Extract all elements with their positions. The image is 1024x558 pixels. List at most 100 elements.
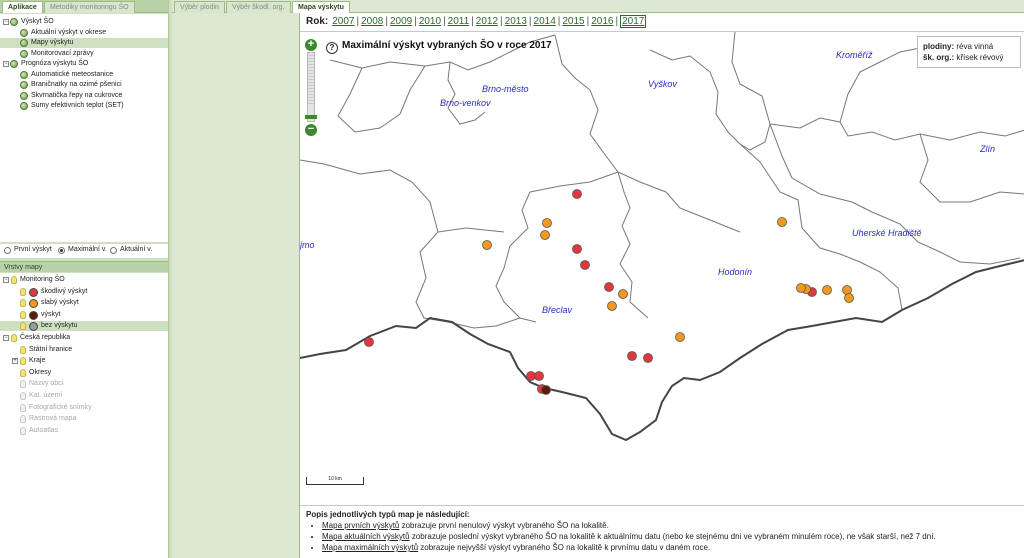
layer-item[interactable]: − Česká republika: [0, 333, 168, 343]
observation-point[interactable]: [572, 189, 582, 199]
tree-item[interactable]: Sumy efektivních teplot (SET): [0, 101, 168, 111]
visibility-bulb-icon[interactable]: [20, 310, 26, 319]
layer-item[interactable]: − Monitoring ŠO: [0, 275, 168, 285]
map-content: Rok: 2007 | 2008 | 2009 | 2010 | 2011 | 2012 | 2013 | 2…: [299, 13, 1024, 558]
visibility-bulb-icon[interactable]: [20, 357, 26, 366]
description-link[interactable]: Mapa maximálních výskytů: [322, 543, 418, 552]
zoom-handle[interactable]: [305, 115, 317, 119]
visibility-bulb-icon[interactable]: [20, 415, 26, 424]
visibility-bulb-icon[interactable]: [20, 380, 26, 389]
visibility-bulb-icon[interactable]: [20, 345, 26, 354]
tree-item[interactable]: Automatické meteostanice: [0, 70, 168, 80]
map-title: ? Maximální výskyt vybraných ŠO v roce 20…: [326, 40, 552, 54]
observation-point[interactable]: [844, 293, 854, 303]
tree-item[interactable]: − Výskyt ŠO: [0, 17, 168, 27]
year-separator: |: [557, 16, 561, 27]
year-link[interactable]: 2012: [476, 16, 498, 27]
layer-item-label: Státní hranice: [29, 345, 73, 353]
node-icon: [20, 102, 28, 110]
observation-point[interactable]: [541, 385, 551, 395]
year-link[interactable]: 2016: [591, 16, 613, 27]
layer-item[interactable]: Autoatlas: [0, 426, 168, 436]
visibility-bulb-icon[interactable]: [20, 368, 26, 377]
tree-expander-icon[interactable]: −: [3, 19, 9, 25]
question-icon[interactable]: ?: [326, 42, 338, 54]
observation-point[interactable]: [675, 332, 685, 342]
year-separator: |: [615, 16, 619, 27]
layer-item[interactable]: Fotografické snímky: [0, 403, 168, 413]
year-link[interactable]: 2008: [361, 16, 383, 27]
observation-point[interactable]: [822, 285, 832, 295]
visibility-bulb-icon[interactable]: [20, 322, 26, 331]
observation-point[interactable]: [542, 218, 552, 228]
layer-item[interactable]: Rastrová mapa: [0, 414, 168, 424]
observation-point[interactable]: [777, 217, 787, 227]
radio-current-occurrence[interactable]: [110, 247, 117, 254]
tree-item[interactable]: Braničnatky na ozimé pšenici: [0, 80, 168, 90]
zoom-in-button[interactable]: +: [305, 39, 317, 51]
observation-point[interactable]: [572, 244, 582, 254]
tree-expander-icon[interactable]: +: [12, 358, 18, 365]
tree-item[interactable]: Skvrnatička řepy na cukrovce: [0, 91, 168, 101]
observation-point[interactable]: [364, 337, 374, 347]
observation-point[interactable]: [627, 351, 637, 361]
map-view[interactable]: Brno-město Brno-venkov Vyškov Kroměříž Z…: [300, 31, 1024, 505]
year-link[interactable]: 2007: [332, 16, 354, 27]
tab-metodiky[interactable]: Metodiky monitoringu ŠO: [44, 1, 135, 13]
layer-item[interactable]: výskyt: [0, 310, 168, 320]
tab-mapa-vyskytu[interactable]: Mapa výskytu: [292, 1, 350, 13]
description-link[interactable]: Mapa aktuálních výskytů: [322, 532, 410, 541]
visibility-bulb-icon[interactable]: [11, 334, 17, 342]
layer-item[interactable]: Názvy obcí: [0, 379, 168, 389]
year-link[interactable]: 2017: [620, 15, 647, 28]
right-panel: Výběr plodin Výběr škodl. org. Mapa výsk…: [172, 0, 1024, 558]
visibility-bulb-icon[interactable]: [20, 426, 26, 435]
visibility-bulb-icon[interactable]: [20, 392, 26, 400]
layer-item[interactable]: Okresy: [0, 368, 168, 378]
observation-point[interactable]: [540, 230, 550, 240]
observation-point[interactable]: [796, 283, 806, 293]
year-link[interactable]: 2009: [390, 16, 412, 27]
tab-vyber-plodin[interactable]: Výběr plodin: [174, 1, 225, 13]
observation-point[interactable]: [580, 260, 590, 270]
observation-point[interactable]: [607, 301, 617, 311]
map-canvas[interactable]: Brno-město Brno-venkov Vyškov Kroměříž Z…: [300, 32, 1024, 505]
description-link[interactable]: Mapa prvních výskytů: [322, 521, 399, 530]
observation-point[interactable]: [604, 282, 614, 292]
zoom-out-button[interactable]: −: [305, 124, 317, 136]
visibility-bulb-icon[interactable]: [11, 276, 17, 284]
tree-item[interactable]: Aktuální výskyt v okrese: [0, 28, 168, 38]
tree-expander-icon[interactable]: −: [3, 335, 9, 341]
radio-first-occurrence[interactable]: [4, 247, 11, 254]
visibility-bulb-icon[interactable]: [20, 287, 26, 296]
layer-item[interactable]: Státní hranice: [0, 345, 168, 355]
layer-item[interactable]: škodlivý výskyt: [0, 287, 168, 297]
layer-item[interactable]: + Kraje: [0, 356, 168, 366]
observation-point[interactable]: [534, 371, 544, 381]
layer-item[interactable]: Kat. území: [0, 391, 168, 401]
year-link[interactable]: 2013: [505, 16, 527, 27]
tree-expander-icon[interactable]: −: [3, 277, 9, 283]
radio-maximum-occurrence[interactable]: [58, 247, 65, 254]
empty-column: [172, 14, 300, 558]
tree-item[interactable]: − Prognóza výskytu ŠO: [0, 59, 168, 69]
observation-point[interactable]: [482, 240, 492, 250]
tree-item[interactable]: Mapy výskytu: [0, 38, 168, 48]
year-link[interactable]: 2015: [562, 16, 584, 27]
year-link[interactable]: 2010: [419, 16, 441, 27]
tab-aplikace[interactable]: Aplikace: [2, 1, 43, 13]
observation-point[interactable]: [618, 289, 628, 299]
tab-vyber-skodl-org[interactable]: Výběr škodl. org.: [226, 1, 291, 13]
observation-point[interactable]: [643, 353, 653, 363]
year-separator: |: [356, 16, 360, 27]
layer-item[interactable]: bez výskytu: [0, 321, 168, 332]
tree-item[interactable]: Monitorovací zprávy: [0, 49, 168, 59]
observation-point[interactable]: [842, 285, 852, 295]
year-link[interactable]: 2011: [448, 16, 470, 27]
tree-expander-icon[interactable]: −: [3, 61, 9, 67]
year-link[interactable]: 2014: [534, 16, 556, 27]
layer-item[interactable]: slabý výskyt: [0, 298, 168, 309]
visibility-bulb-icon[interactable]: [20, 299, 26, 308]
zoom-slider[interactable]: [307, 52, 315, 122]
visibility-bulb-icon[interactable]: [20, 403, 26, 412]
